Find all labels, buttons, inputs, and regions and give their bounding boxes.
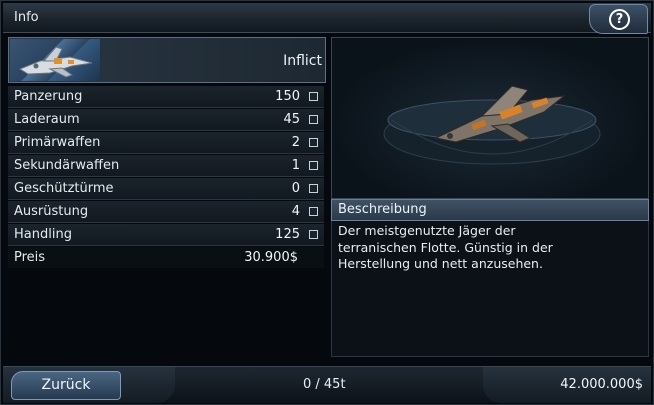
stat-label: Primärwaffen: [14, 135, 101, 150]
stat-indicator: [309, 138, 318, 147]
stat-row-price: Preis 30.900$: [8, 247, 324, 268]
bottom-right-segment: 42.000.000$: [483, 367, 651, 403]
price-value: 30.900$: [244, 250, 298, 265]
description-title: Beschreibung: [338, 202, 427, 217]
bottom-bar: Zurück 0 / 45t 42.000.000$: [3, 366, 651, 403]
stat-row-cargo: Laderaum 45: [8, 109, 324, 131]
description-text: Der meistgenutzte Jäger der terranischen…: [338, 223, 638, 273]
cargo-capacity: 0 / 45t: [303, 377, 346, 392]
stat-indicator: [309, 184, 318, 193]
stat-row-armor: Panzerung 150: [8, 86, 324, 108]
stat-label: Laderaum: [14, 112, 80, 127]
stat-indicator: [309, 115, 318, 124]
description-line: terranischen Flotte. Günstig in der: [338, 239, 553, 255]
ship-name: Inflict: [283, 53, 322, 69]
stat-value: 0: [291, 181, 300, 196]
stat-label: Sekundärwaffen: [14, 158, 120, 173]
stat-label: Ausrüstung: [14, 204, 89, 219]
stat-value: 2: [291, 135, 300, 150]
bottom-left-segment: Zurück: [3, 367, 175, 403]
title-bar: Info ?: [3, 3, 651, 34]
ship-header[interactable]: Inflict: [8, 37, 326, 83]
stat-indicator: [309, 230, 318, 239]
stat-indicator: [309, 92, 318, 101]
stat-value: 150: [275, 89, 300, 104]
price-label: Preis: [14, 250, 46, 265]
stat-value: 45: [283, 112, 300, 127]
stat-row-primary-weapons: Primärwaffen 2: [8, 132, 324, 154]
back-button[interactable]: Zurück: [11, 371, 121, 400]
stat-label: Panzerung: [14, 89, 83, 104]
ship-model-icon: [383, 85, 601, 165]
stat-value: 4: [291, 204, 300, 219]
stat-row-handling: Handling 125: [8, 224, 324, 246]
stat-row-turrets: Geschütztürme 0: [8, 178, 324, 200]
stat-indicator: [309, 207, 318, 216]
question-icon: ?: [609, 9, 630, 30]
ship-thumbnail: [10, 39, 100, 81]
stat-value: 1: [291, 158, 300, 173]
game-window: Info ? Inflict Panzerung 150 Laderaum 45…: [0, 0, 654, 405]
ship-thumbnail-icon: [18, 46, 93, 78]
stat-value: 125: [275, 227, 300, 242]
credits-balance: 42.000.000$: [560, 377, 643, 392]
description-header: Beschreibung: [331, 199, 649, 221]
stat-label: Geschütztürme: [14, 181, 114, 196]
stat-row-equipment: Ausrüstung 4: [8, 201, 324, 223]
description-line: Der meistgenutzte Jäger der: [338, 223, 516, 238]
ship-preview: [331, 37, 649, 199]
stat-row-secondary-weapons: Sekundärwaffen 1: [8, 155, 324, 177]
help-button[interactable]: ?: [589, 4, 648, 34]
window-title: Info: [14, 10, 39, 25]
stat-label: Handling: [14, 227, 72, 242]
stat-indicator: [309, 161, 318, 170]
description-panel: Der meistgenutzte Jäger der terranischen…: [331, 221, 649, 357]
description-line: Herstellung und nett anzusehen.: [338, 256, 543, 271]
